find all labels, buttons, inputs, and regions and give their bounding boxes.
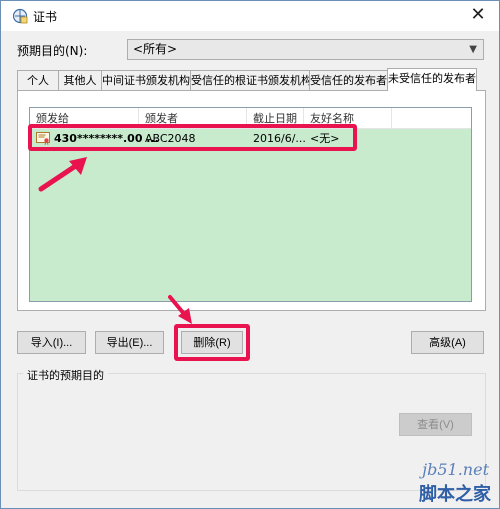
certificates-dialog: 证书 ✕ 预期目的(N): <所有> ▼ 个人 其他人 中间证书颁发机构 受信任… bbox=[0, 0, 500, 509]
import-button[interactable]: 导入(I)... bbox=[17, 331, 86, 354]
tab-untrusted-publishers[interactable]: 未受信任的发布者 bbox=[387, 68, 477, 91]
close-icon: ✕ bbox=[470, 4, 486, 25]
tab-personal[interactable]: 个人 bbox=[17, 70, 59, 91]
certificate-manager-icon bbox=[12, 8, 28, 24]
watermark-text: 脚本之家 bbox=[419, 484, 491, 505]
purpose-label: 预期目的(N): bbox=[17, 44, 88, 58]
row-highlight-box bbox=[28, 124, 357, 151]
tab-trusted-publishers[interactable]: 受信任的发布者 bbox=[309, 70, 388, 91]
watermark-url: jb51.net bbox=[422, 460, 489, 479]
annotation-arrow-icon bbox=[168, 295, 192, 324]
tab-intermediate-ca[interactable]: 中间证书颁发机构 bbox=[101, 70, 191, 91]
remove-highlight-box bbox=[174, 324, 250, 361]
purpose-dropdown[interactable]: <所有> ▼ bbox=[127, 39, 484, 60]
view-button[interactable]: 查看(V) bbox=[399, 413, 472, 436]
purpose-selected-value: <所有> bbox=[133, 42, 178, 56]
close-button[interactable]: ✕ bbox=[465, 5, 491, 27]
site-watermark: jb51.net 脚本之家 bbox=[377, 456, 497, 508]
title-bar: 证书 ✕ bbox=[1, 1, 499, 31]
export-button[interactable]: 导出(E)... bbox=[95, 331, 164, 354]
tab-other-people[interactable]: 其他人 bbox=[58, 70, 102, 91]
window-title: 证书 bbox=[33, 10, 58, 24]
intended-purposes-label: 证书的预期目的 bbox=[23, 367, 108, 383]
advanced-button[interactable]: 高级(A) bbox=[411, 331, 484, 354]
tab-trusted-root-ca[interactable]: 受信任的根证书颁发机构 bbox=[190, 70, 310, 91]
chevron-down-icon: ▼ bbox=[469, 44, 477, 55]
annotation-arrow-icon bbox=[38, 157, 87, 192]
